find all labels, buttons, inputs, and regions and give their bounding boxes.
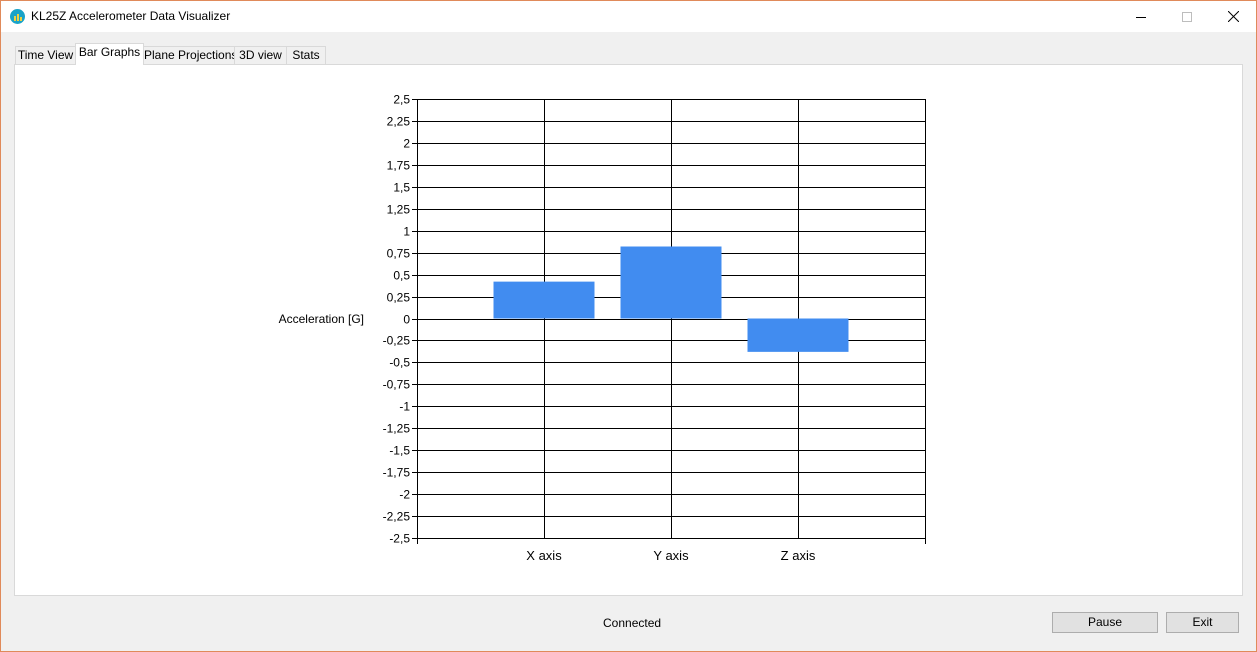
y-tick-label: 0 [403,313,410,327]
bar-z-axis [747,318,849,352]
y-tick-label: -0,75 [383,378,411,392]
app-window: KL25Z Accelerometer Data Visualizer Time… [0,0,1257,652]
app-icon [10,9,25,24]
y-tick-label: 2 [403,137,410,151]
connection-status: Connected [603,616,662,630]
y-tick-label: -2,25 [383,510,411,524]
tab-3d-view[interactable]: 3D view [234,46,287,65]
y-tick-label: 1 [403,225,410,239]
x-tick-label: Z axis [781,548,816,563]
bar-y-axis [620,246,722,319]
pause-button[interactable]: Pause [1052,612,1158,633]
bar-chart: 2,5 2,25 2 1,75 1,5 1,25 1 0,75 0,5 0,25 0 -0,25 -0,… [279,93,926,563]
y-tick-label: -2,5 [389,532,410,546]
maximize-button[interactable] [1164,1,1210,32]
minimize-icon [1136,16,1146,18]
tab-bar-graphs[interactable]: Bar Graphs [75,43,144,65]
y-tick-label: -0,25 [383,334,411,348]
y-tick-label: -1 [399,400,410,414]
y-tick-label: 2,5 [393,93,410,107]
maximize-icon [1182,11,1192,22]
title-bar[interactable]: KL25Z Accelerometer Data Visualizer [1,1,1256,32]
window-title: KL25Z Accelerometer Data Visualizer [31,9,231,23]
tab-plane-projections[interactable]: Plane Projections [143,46,237,65]
y-tick-label: -1,25 [383,422,411,436]
y-tick-label: 0,75 [387,247,411,261]
y-tick-label: 1,5 [393,181,410,195]
close-button[interactable] [1210,1,1256,32]
bar-x-axis [493,281,595,319]
minimize-button[interactable] [1118,1,1164,32]
exit-button[interactable]: Exit [1166,612,1239,633]
y-tick-label: 1,75 [387,159,411,173]
y-tick-label: -0,5 [389,356,410,370]
y-axis-label: Acceleration [G] [279,312,364,326]
tab-stats[interactable]: Stats [286,46,326,65]
y-tick-label: 1,25 [387,203,411,217]
x-tick-label: X axis [526,548,562,563]
y-tick-label: 0,5 [393,269,410,283]
y-tick-label: -1,75 [383,466,411,480]
tab-panel-bar-graphs: 2,5 2,25 2 1,75 1,5 1,25 1 0,75 0,5 0,25 0 -0,25 -0,… [14,64,1243,596]
y-tick-label: -2 [399,488,410,502]
y-tick-label: 0,25 [387,291,411,305]
tab-time-view[interactable]: Time View [15,46,76,65]
x-tick-label: Y axis [653,548,689,563]
y-tick-label: -1,5 [389,444,410,458]
y-tick-label: 2,25 [387,115,411,129]
close-icon [1227,11,1239,22]
